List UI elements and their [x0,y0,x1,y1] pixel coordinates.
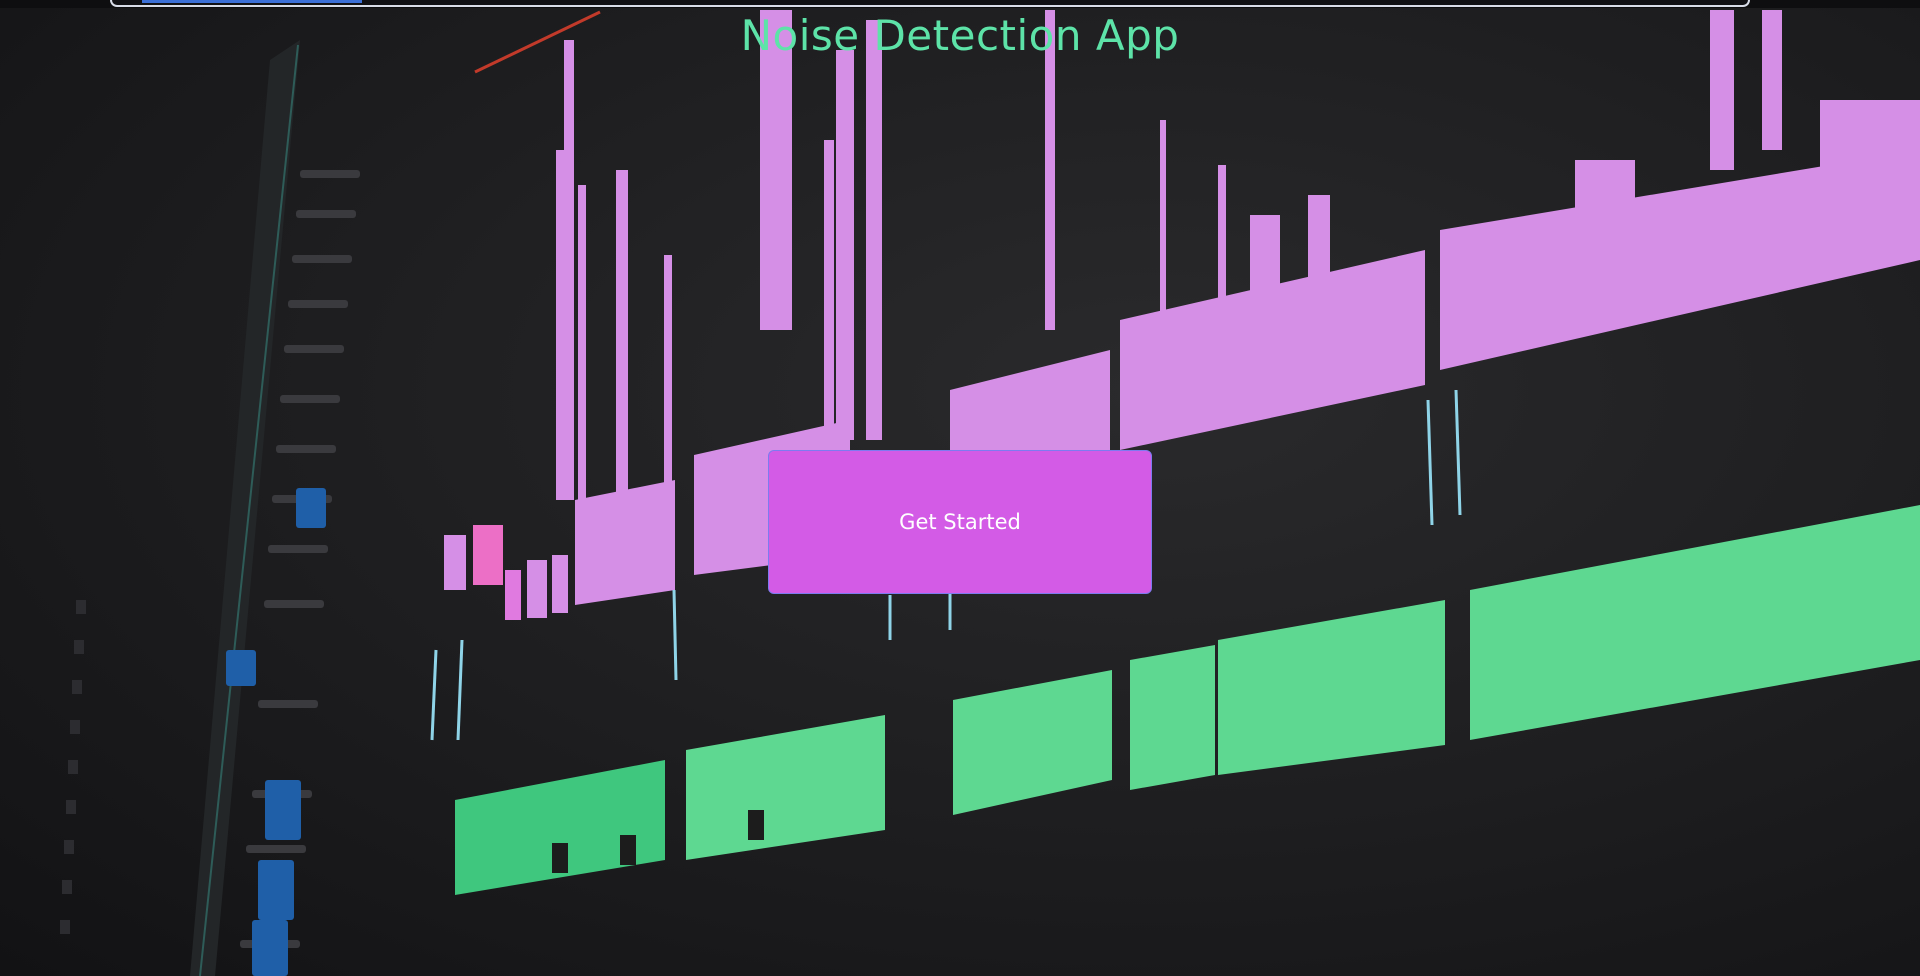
ruler-dots [60,600,86,934]
address-bar[interactable] [110,0,1750,7]
app-root: Noise Detection App Get Started [0,0,1920,976]
browser-top-bar [0,0,1920,8]
address-bar-selection [142,0,362,3]
get-started-button[interactable]: Get Started [768,450,1152,594]
page-title: Noise Detection App [740,11,1180,60]
